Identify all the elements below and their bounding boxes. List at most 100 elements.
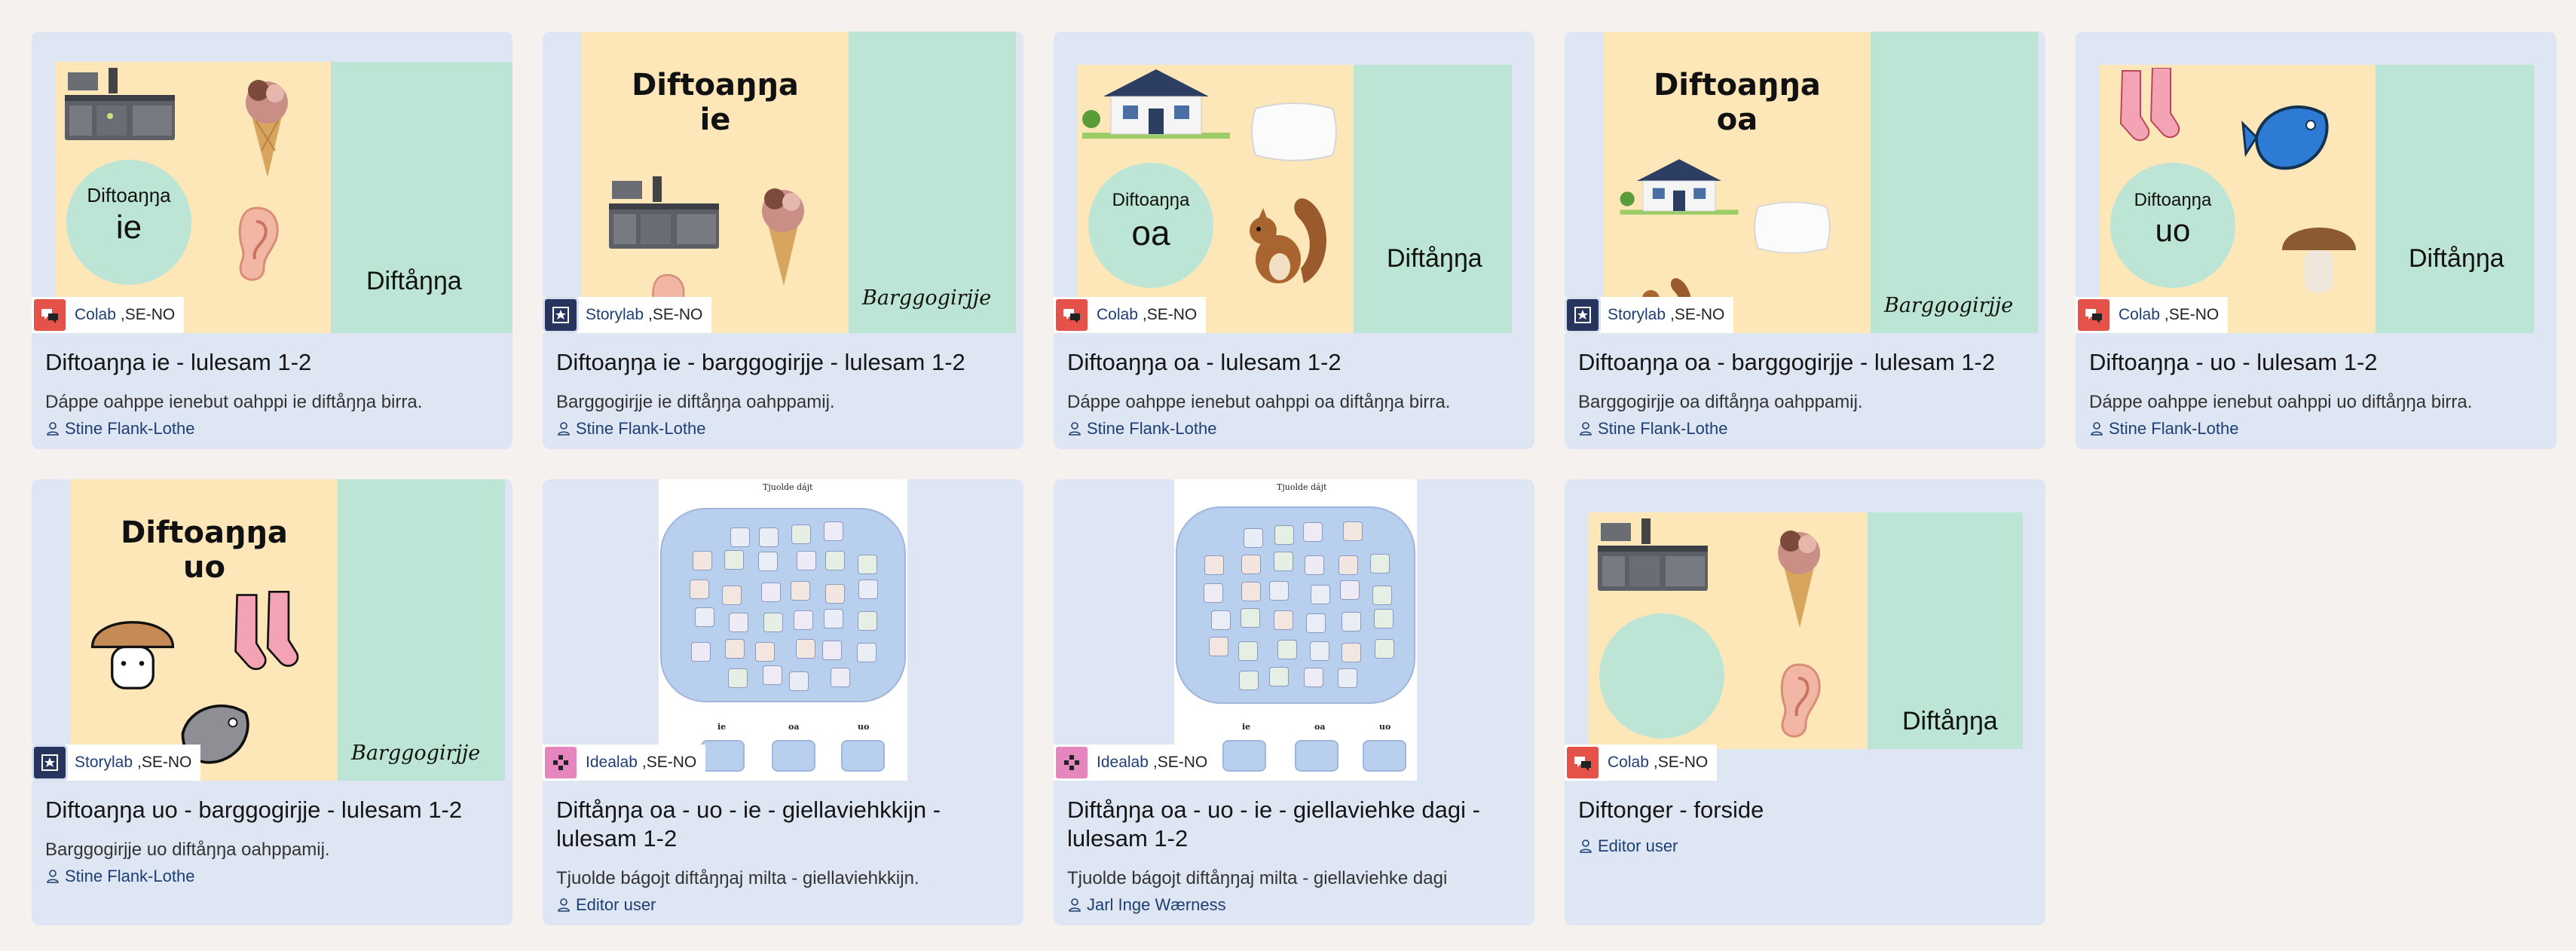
lab-tag[interactable]: Idealab ,SE-NO: [543, 745, 706, 781]
lab-tag[interactable]: Storylab ,SE-NO: [543, 297, 712, 333]
card-title[interactable]: Diftoaŋŋa ie - lulesam 1-2: [45, 348, 499, 377]
resource-card[interactable]: Diftoaŋŋa ie Barggogirjje Storylab ,SE-N…: [543, 32, 1023, 449]
word-tile[interactable]: [796, 639, 815, 659]
word-tile[interactable]: [1211, 610, 1231, 630]
lab-tag[interactable]: Colab ,SE-NO: [1054, 297, 1207, 333]
word-tile[interactable]: [1238, 641, 1258, 661]
lab-tag[interactable]: Storylab ,SE-NO: [1565, 297, 1734, 333]
card-title[interactable]: Diftoaŋŋa oa - barggogirjje - lulesam 1-…: [1578, 348, 2032, 377]
card-author[interactable]: Editor user: [556, 895, 656, 915]
card-author[interactable]: Stine Flank-Lothe: [45, 867, 194, 886]
resource-card[interactable]: Tjuolde dájt ie oa uo Idealab ,SE-NO Dif…: [543, 479, 1023, 925]
card-title[interactable]: Diftoaŋŋa uo - barggogirjje - lulesam 1-…: [45, 796, 499, 824]
word-tile[interactable]: [858, 579, 878, 599]
word-tile[interactable]: [824, 609, 843, 628]
card-author[interactable]: Stine Flank-Lothe: [1578, 419, 1727, 439]
word-tile[interactable]: [791, 581, 810, 601]
card-author[interactable]: Editor user: [1578, 836, 1678, 856]
word-tile[interactable]: [858, 611, 877, 631]
lab-tag[interactable]: Colab ,SE-NO: [2076, 297, 2229, 333]
card-title[interactable]: Diftoaŋŋa ie - barggogirjje - lulesam 1-…: [556, 348, 1010, 377]
word-tile[interactable]: [1274, 525, 1294, 545]
word-tile[interactable]: [1374, 609, 1394, 628]
word-tile[interactable]: [1304, 668, 1323, 687]
card-author[interactable]: Stine Flank-Lothe: [1067, 419, 1216, 439]
word-tile[interactable]: [730, 527, 750, 547]
card-thumbnail[interactable]: Diftoaŋŋa ie Diftåŋŋa Colab ,SE-NO: [32, 32, 512, 333]
answer-box-ie[interactable]: [701, 740, 745, 772]
word-tile[interactable]: [1241, 582, 1261, 601]
lab-tag[interactable]: Colab ,SE-NO: [1565, 745, 1718, 781]
card-author[interactable]: Stine Flank-Lothe: [45, 419, 194, 439]
word-tile[interactable]: [1343, 521, 1363, 541]
word-tile[interactable]: [693, 551, 712, 570]
lab-tag[interactable]: Idealab ,SE-NO: [1054, 745, 1217, 781]
resource-card[interactable]: Tjuolde dájt ie oa uo Idealab ,SE-NO Dif…: [1054, 479, 1534, 925]
word-tile[interactable]: [1204, 555, 1224, 575]
word-tile[interactable]: [1338, 668, 1357, 688]
resource-card[interactable]: Diftoaŋŋa uo Diftåŋŋa Colab ,SE-NO Difto…: [2076, 32, 2556, 449]
word-tile[interactable]: [1209, 637, 1228, 656]
word-tile[interactable]: [695, 607, 714, 627]
card-thumbnail[interactable]: Diftoaŋŋa oa Diftåŋŋa Colab ,SE-NO: [1054, 32, 1534, 333]
card-thumbnail[interactable]: Diftoaŋŋa ie Barggogirjje Storylab ,SE-N…: [543, 32, 1023, 333]
answer-box-oa[interactable]: [772, 740, 815, 772]
word-tile[interactable]: [1340, 580, 1360, 600]
word-tile[interactable]: [761, 583, 781, 602]
resource-card[interactable]: Diftoaŋŋa oa Barggogirjje Storylab ,SE-N…: [1565, 32, 2045, 449]
card-title[interactable]: Diftonger - forside: [1578, 796, 2032, 824]
answer-box-uo[interactable]: [841, 740, 885, 772]
word-tile[interactable]: [1244, 528, 1263, 548]
word-tile[interactable]: [857, 643, 877, 662]
card-author[interactable]: Stine Flank-Lothe: [2089, 419, 2238, 439]
word-tile[interactable]: [831, 668, 850, 687]
word-tile[interactable]: [1311, 585, 1330, 604]
word-tile[interactable]: [1370, 554, 1390, 573]
word-tile[interactable]: [722, 586, 742, 605]
word-tile[interactable]: [1303, 522, 1323, 542]
word-tile[interactable]: [858, 555, 877, 574]
card-author[interactable]: Jarl Inge Wærness: [1067, 895, 1226, 915]
word-tile[interactable]: [791, 524, 811, 544]
word-tile[interactable]: [825, 551, 845, 570]
word-tile[interactable]: [825, 584, 845, 604]
word-tile[interactable]: [1204, 583, 1223, 603]
card-thumbnail[interactable]: Tjuolde dájt ie oa uo Idealab ,SE-NO: [543, 479, 1023, 781]
lab-tag[interactable]: Storylab ,SE-NO: [32, 745, 201, 781]
word-tile[interactable]: [728, 668, 748, 688]
word-tile[interactable]: [1241, 555, 1261, 574]
word-tile[interactable]: [1372, 586, 1392, 605]
word-tile[interactable]: [1342, 612, 1361, 631]
word-tile[interactable]: [690, 579, 709, 599]
word-tile[interactable]: [1310, 641, 1329, 661]
word-tile[interactable]: [1277, 640, 1297, 659]
word-tile[interactable]: [729, 613, 748, 632]
card-title[interactable]: Diftåŋŋa oa - uo - ie - giellaviehke dag…: [1067, 796, 1521, 853]
lab-tag[interactable]: Colab ,SE-NO: [32, 297, 185, 333]
word-tile[interactable]: [763, 613, 783, 632]
word-tile[interactable]: [797, 551, 816, 570]
word-tile[interactable]: [1269, 581, 1289, 601]
word-tile[interactable]: [1338, 555, 1358, 575]
word-tile[interactable]: [1305, 555, 1324, 575]
card-title[interactable]: Diftåŋŋa oa - uo - ie - giellaviehkkijn …: [556, 796, 1010, 853]
word-tile[interactable]: [1241, 608, 1260, 628]
word-tile[interactable]: [794, 610, 813, 630]
card-author[interactable]: Stine Flank-Lothe: [556, 419, 705, 439]
word-tile[interactable]: [759, 527, 779, 547]
answer-box-oa[interactable]: [1295, 740, 1338, 772]
word-tile[interactable]: [1375, 639, 1394, 659]
card-title[interactable]: Diftoaŋŋa - uo - lulesam 1-2: [2089, 348, 2543, 377]
word-tile[interactable]: [724, 550, 744, 570]
card-thumbnail[interactable]: Tjuolde dájt ie oa uo Idealab ,SE-NO: [1054, 479, 1534, 781]
card-thumbnail[interactable]: Diftåŋŋa Colab ,SE-NO: [1565, 479, 2045, 781]
answer-box-uo[interactable]: [1363, 740, 1406, 772]
word-tile[interactable]: [1269, 667, 1289, 686]
card-thumbnail[interactable]: Diftoaŋŋa uo Diftåŋŋa Colab ,SE-NO: [2076, 32, 2556, 333]
word-tile[interactable]: [822, 641, 842, 660]
resource-card[interactable]: Diftoaŋŋa ie Diftåŋŋa Colab ,SE-NO Difto…: [32, 32, 512, 449]
card-thumbnail[interactable]: Diftoaŋŋa uo Barggogirjje Storylab ,SE-N…: [32, 479, 512, 781]
card-thumbnail[interactable]: Diftoaŋŋa oa Barggogirjje Storylab ,SE-N…: [1565, 32, 2045, 333]
word-tile[interactable]: [789, 671, 809, 691]
resource-card[interactable]: Diftoaŋŋa oa Diftåŋŋa Colab ,SE-NO Difto…: [1054, 32, 1534, 449]
